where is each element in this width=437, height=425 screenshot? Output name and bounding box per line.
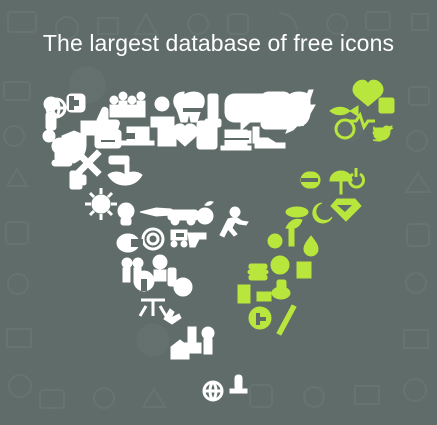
dog-icon [152,254,168,282]
globe-2-icon [202,380,224,402]
crowd-icon [109,91,146,118]
people-icon [201,326,215,355]
target-icon [141,227,165,251]
apple-icon [196,201,214,225]
robot-icon [378,97,395,114]
bottle-icon [167,267,177,287]
ring-icon [334,118,356,140]
barbecue-icon [270,255,290,275]
scale-icon [138,298,168,317]
car-icon [167,209,199,226]
cupcake-icon [256,291,272,302]
sun-green-icon [267,233,283,249]
gun-icon [187,232,207,248]
film-icon [237,284,251,304]
ball-icon [173,277,193,297]
twitter-icon [372,125,394,142]
camera-icon [94,129,122,149]
hero-banner: The largest database of free icons [0,0,437,425]
ufo-icon [285,206,309,218]
tooth-icon [173,91,205,123]
pen-icon [276,304,297,336]
water-drop-icon [303,235,319,257]
moon-icon [312,202,333,224]
hard-drive-icon [196,120,218,150]
chart-icon [296,261,312,279]
skull-icon [117,202,135,226]
cart-icon [170,229,188,248]
fish-icon [329,105,359,117]
phone-green-icon [276,279,287,297]
shoe-icon [254,137,286,149]
beer-icon [69,170,87,190]
plant-icon [285,218,303,247]
microphone-icon [229,374,248,394]
burger-icon [247,263,269,281]
icon-collage [42,79,395,402]
runner-icon [219,206,249,238]
baby-icon [150,96,175,128]
phone-icon [51,149,73,167]
sun-icon [85,188,117,220]
hand-icon [163,308,182,325]
